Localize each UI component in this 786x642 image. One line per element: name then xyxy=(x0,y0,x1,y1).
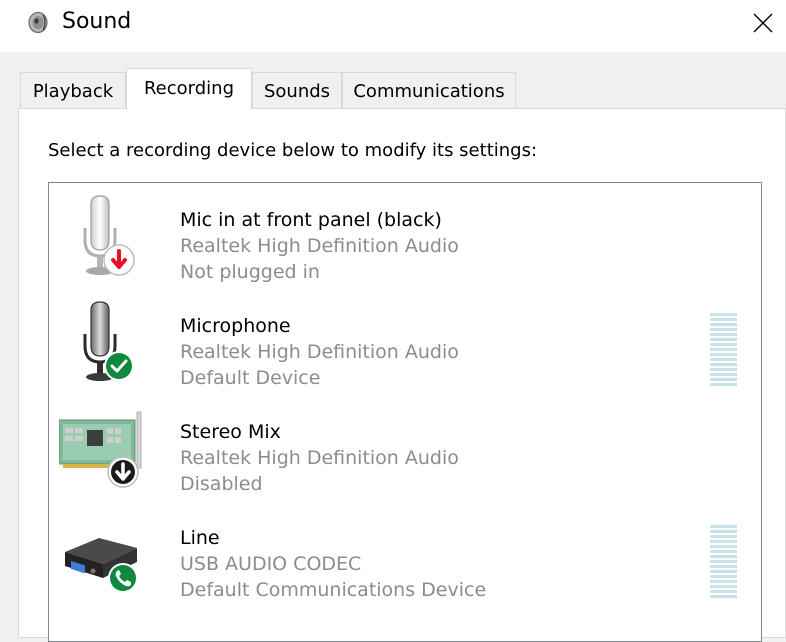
microphone-icon xyxy=(83,195,135,276)
sound-card-icon xyxy=(59,411,142,488)
recording-device-list[interactable]: Mic in at front panel (black) Realtek Hi… xyxy=(48,182,762,642)
device-status: Default Communications Device xyxy=(180,579,487,601)
device-driver: Realtek High Definition Audio xyxy=(180,341,459,363)
device-item-microphone[interactable]: Microphone Realtek High Definition Audio… xyxy=(49,294,759,394)
microphone-icon xyxy=(83,301,134,381)
device-name: Microphone xyxy=(180,315,291,337)
device-driver: Realtek High Definition Audio xyxy=(180,447,459,469)
tab-communications[interactable]: Communications xyxy=(342,72,516,110)
device-item-stereo-mix[interactable]: Stereo Mix Realtek High Definition Audio… xyxy=(49,400,759,500)
device-status: Default Device xyxy=(180,367,321,389)
recording-tab-panel: Select a recording device below to modif… xyxy=(18,108,786,642)
device-name: Mic in at front panel (black) xyxy=(180,209,442,231)
tab-recording[interactable]: Recording xyxy=(126,68,252,111)
device-status: Disabled xyxy=(180,473,263,495)
device-status: Not plugged in xyxy=(180,261,320,283)
title-bar: Sound xyxy=(0,0,786,52)
tab-sounds[interactable]: Sounds xyxy=(252,72,342,110)
close-button[interactable] xyxy=(740,0,786,46)
device-driver: USB AUDIO CODEC xyxy=(180,553,362,575)
usb-audio-device-icon xyxy=(65,538,138,593)
tab-playback[interactable]: Playback xyxy=(20,72,126,110)
window-title: Sound xyxy=(62,9,132,34)
close-icon xyxy=(753,13,773,33)
device-name: Stereo Mix xyxy=(180,421,281,443)
device-item-line[interactable]: Line USB AUDIO CODEC Default Communicati… xyxy=(49,506,759,606)
speaker-icon xyxy=(28,11,48,34)
device-name: Line xyxy=(180,527,220,549)
level-meter xyxy=(710,313,737,386)
device-driver: Realtek High Definition Audio xyxy=(180,235,459,257)
level-meter xyxy=(710,525,737,598)
instruction-text: Select a recording device below to modif… xyxy=(48,140,538,161)
device-item-mic-front-panel[interactable]: Mic in at front panel (black) Realtek Hi… xyxy=(49,188,759,288)
